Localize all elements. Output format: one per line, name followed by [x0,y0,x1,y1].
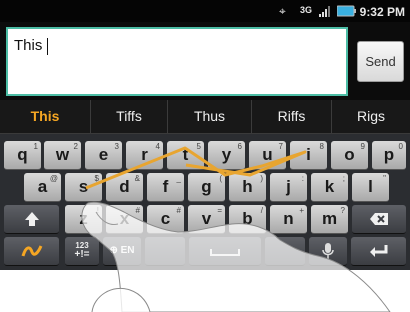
swype-keyboard: q1 w2 e3 r4 t5 y6 u7 i8 o9 p0 a @ s $ d & f… [0,134,410,270]
message-text: This [14,37,43,54]
battery-icon [337,5,356,17]
enter-key[interactable] [351,237,406,266]
key-a[interactable]: a @ [24,173,61,202]
text-caret [47,38,48,55]
swype-key[interactable] [4,237,59,266]
microphone-icon [322,243,334,259]
backspace-icon [370,213,388,225]
language-key[interactable]: ⊕ EN [103,237,141,266]
key-q[interactable]: q1 [4,141,41,170]
key-p[interactable]: p0 [372,141,406,170]
key-f[interactable]: f _ [147,173,184,202]
space-key[interactable] [189,237,261,266]
suggestion-bar: This Tiffs Thus Riffs Rigs [0,100,410,134]
swype-logo-icon [21,245,42,257]
key-j[interactable]: j: [270,173,307,202]
compose-bar: This Send [0,22,410,100]
key-l[interactable]: l " [352,173,389,202]
key-comma[interactable] [145,237,185,266]
key-w[interactable]: w2 [44,141,81,170]
suggestion-2[interactable]: Tiffs [90,100,167,133]
enter-icon [369,245,387,257]
status-bar: ⌖ 3G 9:32 PM [0,0,410,22]
key-m[interactable]: m? [311,205,348,234]
key-t[interactable]: t5 [167,141,204,170]
shift-arrow-icon [24,212,39,226]
shift-key[interactable] [4,205,59,234]
key-v[interactable]: v = [188,205,225,234]
suggestion-1[interactable]: This [0,100,90,133]
key-z[interactable]: z! [65,205,102,234]
key-i[interactable]: i8 [290,141,327,170]
key-n[interactable]: n + [270,205,307,234]
space-bar-icon [210,249,240,256]
send-button[interactable]: Send [357,41,404,82]
backspace-key[interactable] [352,205,406,234]
mic-key[interactable] [309,237,347,266]
suggestion-3[interactable]: Thus [167,100,251,133]
message-input[interactable]: This [6,27,348,96]
key-e[interactable]: e3 [85,141,122,170]
key-x[interactable]: x # [106,205,143,234]
clock: 9:32 PM [359,5,405,19]
key-r[interactable]: r4 [126,141,163,170]
key-c[interactable]: c # [147,205,184,234]
key-o[interactable]: o9 [331,141,368,170]
key-d[interactable]: d & [106,173,143,202]
key-b[interactable]: b / [229,205,266,234]
key-g[interactable]: g( [188,173,225,202]
key-y[interactable]: y6 [208,141,245,170]
symbols-key[interactable]: 123 +!= [65,237,99,266]
key-h[interactable]: h) [229,173,266,202]
suggestion-5[interactable]: Rigs [331,100,410,133]
suggestion-4[interactable]: Riffs [251,100,331,133]
key-s[interactable]: s $ [65,173,102,202]
thumb-outline [91,288,151,312]
network-3g-icon: 3G [300,5,313,15]
key-k[interactable]: k; [311,173,348,202]
globe-icon: ⊕ [109,245,118,256]
key-period[interactable] [265,237,305,266]
gps-icon: ⌖ [279,4,286,18]
key-u[interactable]: u7 [249,141,286,170]
signal-icon [319,6,330,17]
